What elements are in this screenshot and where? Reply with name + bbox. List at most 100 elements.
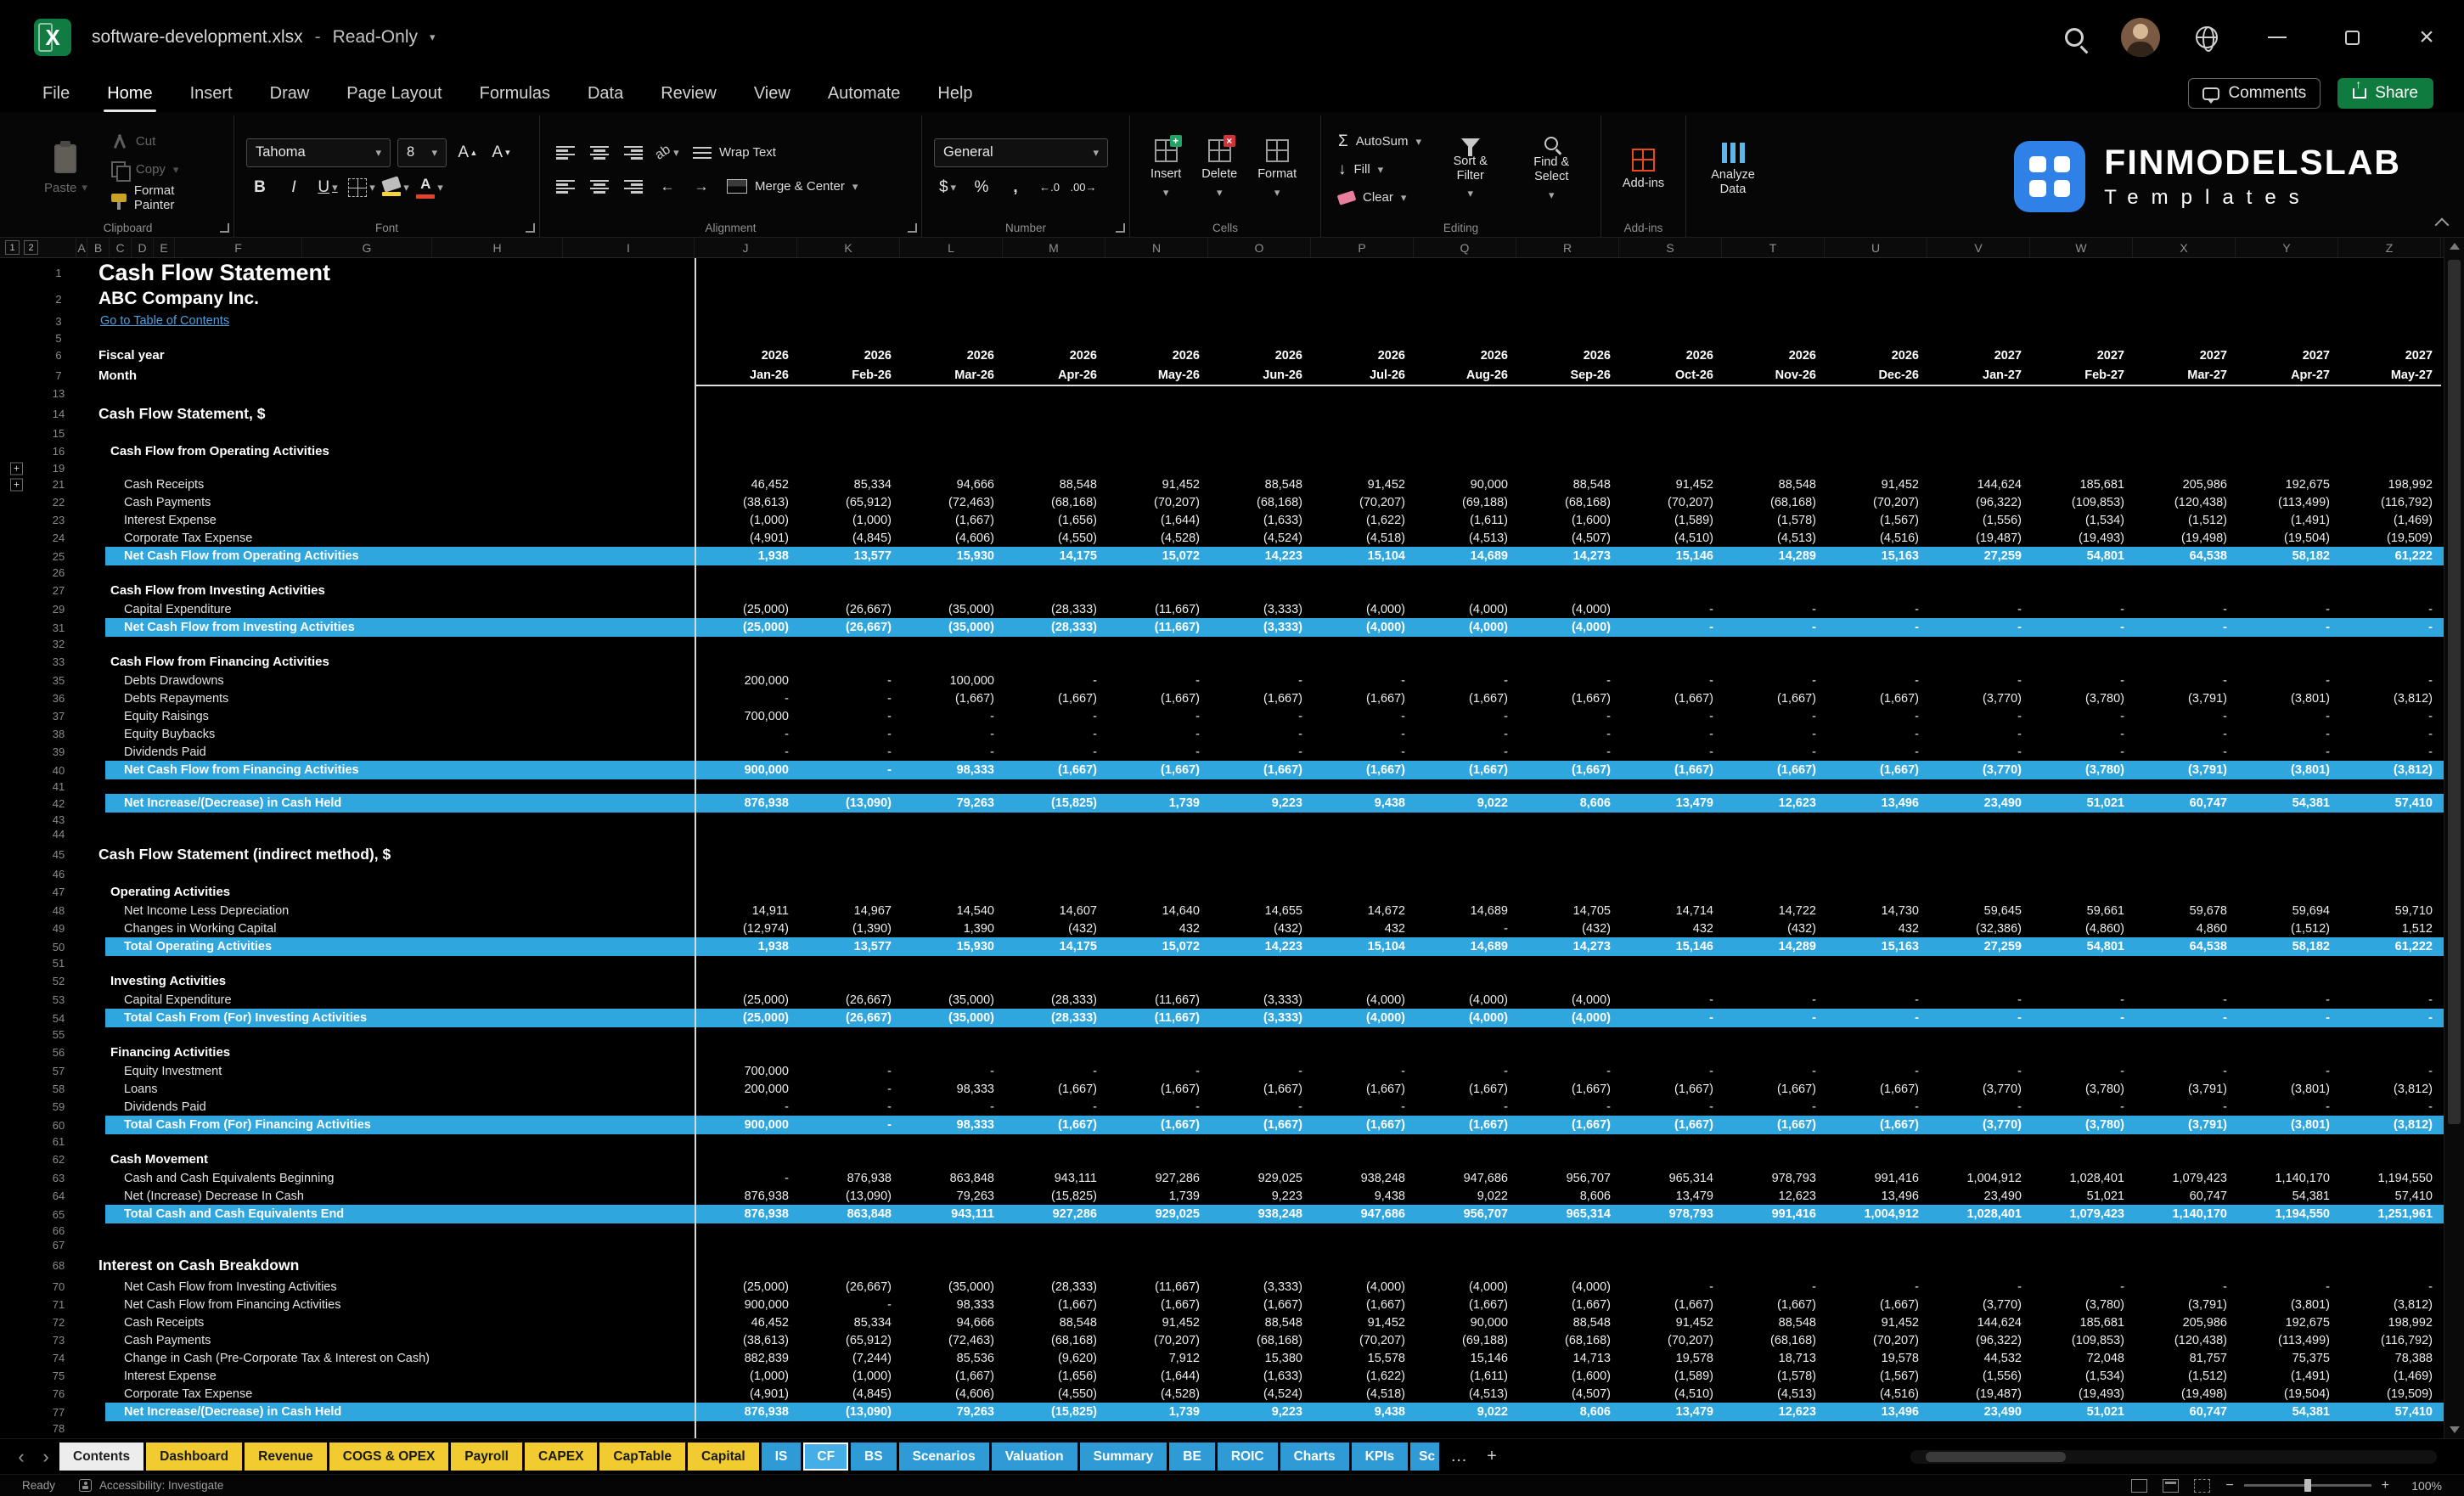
cell[interactable]: (1,578) [1722,1367,1825,1385]
cell[interactable]: (432) [1208,920,1311,937]
cell[interactable]: (1,667) [1105,1116,1208,1134]
cell[interactable]: 947,686 [1311,1205,1414,1223]
row-label[interactable]: Equity Raisings [76,707,695,725]
row-label[interactable]: ABC Company Inc. [76,287,695,311]
cell[interactable]: - [2338,672,2441,689]
row-number[interactable]: 67 [41,1238,76,1252]
cell[interactable]: (19,509) [2338,529,2441,547]
row-number[interactable]: 74 [41,1349,76,1367]
cell[interactable]: 14,655 [1208,902,1311,920]
cell[interactable]: - [797,761,900,779]
cell[interactable]: (3,333) [1208,1278,1311,1296]
cell[interactable]: - [1927,618,2030,637]
cell[interactable]: (4,507) [1516,1385,1619,1403]
cell[interactable]: 88,548 [1208,475,1311,493]
cell[interactable]: (3,770) [1927,1080,2030,1098]
cell[interactable]: - [1927,725,2030,743]
sort-filter-button[interactable]: Sort & Filter▾ [1433,135,1508,204]
cell[interactable]: 12,623 [1722,794,1825,813]
cell[interactable]: (4,606) [900,1385,1003,1403]
cell[interactable]: 88,548 [1516,475,1619,493]
cell[interactable]: (4,528) [1105,529,1208,547]
cell[interactable]: - [797,725,900,743]
cell[interactable]: - [1414,1098,1516,1116]
sheet-tab-payroll[interactable]: Payroll [451,1443,522,1471]
row-number[interactable]: 37 [41,707,76,725]
cell[interactable]: (432) [1003,920,1105,937]
cell[interactable]: 15,146 [1414,1349,1516,1367]
cell[interactable]: (3,770) [1927,1116,2030,1134]
cell[interactable]: 14,689 [1414,547,1516,565]
cell[interactable]: 15,146 [1619,547,1722,565]
cell[interactable]: (4,000) [1516,1278,1619,1296]
cell[interactable]: 2026 [1722,346,1825,365]
cell[interactable]: 14,714 [1619,902,1722,920]
cell[interactable]: Jan-27 [1927,365,2030,386]
cell[interactable]: (1,667) [1825,1296,1927,1313]
cell[interactable]: 14,689 [1414,902,1516,920]
cell[interactable]: (1,644) [1105,511,1208,529]
cell[interactable]: 13,479 [1619,1187,1722,1205]
sheet-tab-captable[interactable]: CapTable [599,1443,685,1471]
sheet-tab-scenarios[interactable]: Scenarios [899,1443,989,1471]
row-number[interactable]: 13 [41,386,76,401]
cell[interactable]: 14,273 [1516,937,1619,956]
cell[interactable]: (3,812) [2338,1116,2441,1134]
cell[interactable]: (4,524) [1208,1385,1311,1403]
cell[interactable]: (1,667) [900,511,1003,529]
cell[interactable]: (3,812) [2338,689,2441,707]
cell[interactable]: 4,860 [2133,920,2236,937]
cell[interactable]: - [2236,707,2338,725]
cell[interactable]: (4,518) [1311,1385,1414,1403]
row-number[interactable]: 7 [41,365,76,386]
column-header[interactable]: I [563,238,695,257]
cell[interactable]: - [2030,743,2133,761]
cell[interactable]: 876,938 [695,1205,797,1223]
cell[interactable]: (9,620) [1003,1349,1105,1367]
cell[interactable]: (1,667) [1619,1116,1722,1134]
row-number[interactable]: 60 [41,1116,76,1134]
cell[interactable]: (65,912) [797,493,900,511]
cell[interactable]: (4,000) [1516,991,1619,1009]
column-header[interactable]: M [1003,238,1105,257]
row-label[interactable]: Equity Investment [76,1062,695,1080]
cell[interactable]: 59,645 [1927,902,2030,920]
cell[interactable]: 14,911 [695,902,797,920]
cell[interactable]: 64,538 [2133,547,2236,565]
cell[interactable]: 2026 [1208,346,1311,365]
cell[interactable]: 200,000 [695,672,797,689]
cell[interactable]: - [1722,707,1825,725]
cell[interactable]: - [2338,707,2441,725]
cell[interactable]: - [1414,1062,1516,1080]
font-size-select[interactable]: 8▾ [397,138,447,167]
cell[interactable]: - [2030,1098,2133,1116]
row-label[interactable]: Net Cash Flow from Investing Activities [76,618,695,637]
cell[interactable]: - [1619,672,1722,689]
clear-button[interactable]: Clear▾ [1333,185,1426,210]
cell[interactable]: (3,801) [2236,1296,2338,1313]
column-header[interactable]: A [76,238,87,257]
cell[interactable]: (1,667) [1311,1296,1414,1313]
cell[interactable]: - [1414,743,1516,761]
cell[interactable]: 9,223 [1208,1403,1311,1421]
row-label[interactable]: Total Operating Activities [76,937,695,956]
cell[interactable]: - [2133,618,2236,637]
cell[interactable]: 14,607 [1003,902,1105,920]
cell[interactable]: 46,452 [695,475,797,493]
cell[interactable]: 90,000 [1414,1313,1516,1331]
cell[interactable]: (1,667) [1722,1080,1825,1098]
sheet-tab-cogs-opex[interactable]: COGS & OPEX [329,1443,449,1471]
sheet-tab-capital[interactable]: Capital [688,1443,759,1471]
row-number[interactable]: 33 [41,651,76,672]
cell[interactable]: (4,528) [1105,1385,1208,1403]
cell[interactable]: 85,334 [797,475,900,493]
sheet-tab-capex[interactable]: CAPEX [525,1443,597,1471]
cell[interactable]: (1,644) [1105,1367,1208,1385]
cell[interactable]: 700,000 [695,707,797,725]
cell[interactable]: - [2133,672,2236,689]
bold-button[interactable]: B [246,174,273,201]
copy-button[interactable]: Copy▾ [106,157,222,182]
cell[interactable]: - [1208,1098,1311,1116]
cell[interactable]: (72,463) [900,493,1003,511]
row-number[interactable]: 64 [41,1187,76,1205]
